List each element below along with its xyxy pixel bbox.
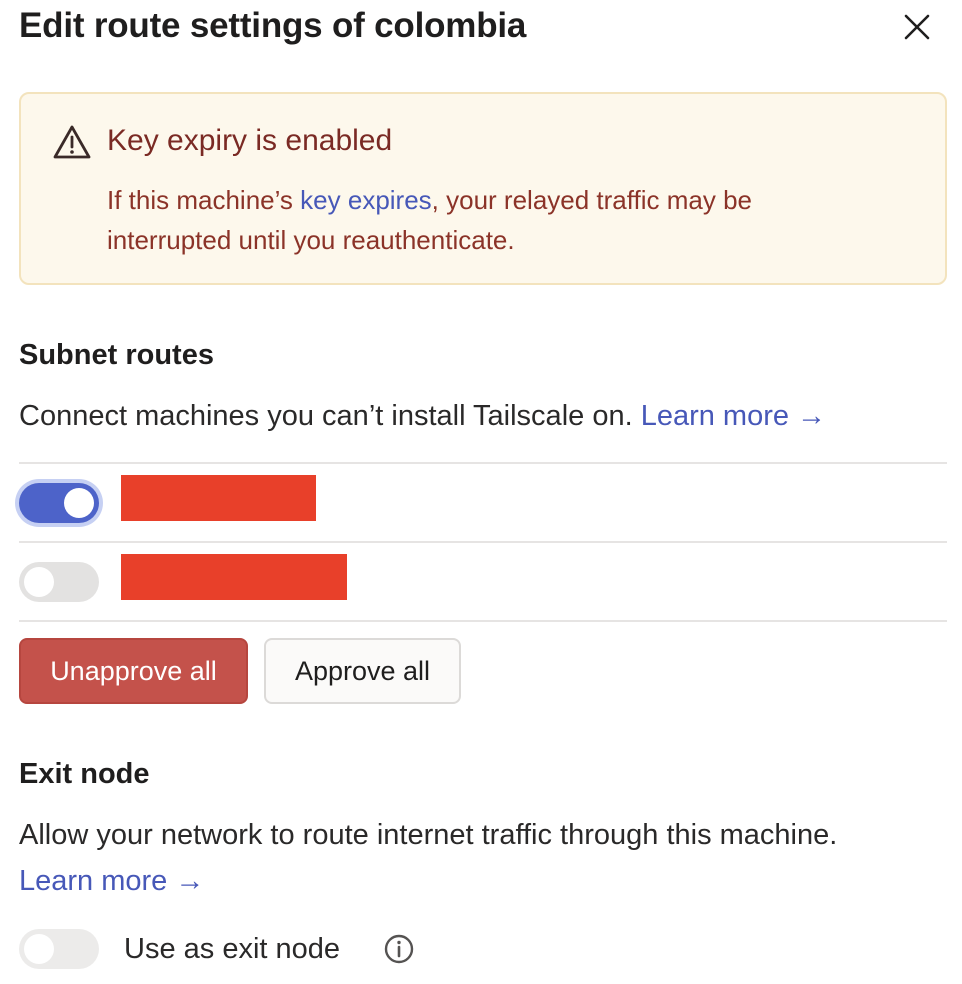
subnet-route-toggle-2[interactable] <box>19 562 99 602</box>
redacted-route-2 <box>121 554 347 600</box>
key-expires-link[interactable]: key expires <box>300 185 432 215</box>
toggle-knob <box>24 934 54 964</box>
warning-icon <box>53 125 91 159</box>
redacted-route-1 <box>121 475 316 521</box>
key-expiry-alert: Key expiry is enabled If this machine’s … <box>19 92 947 285</box>
exit-node-toggle-label: Use as exit node <box>124 933 341 965</box>
alert-body: If this machine’s key expires, your rela… <box>107 180 867 260</box>
unapprove-all-button[interactable]: Unapprove all <box>19 638 248 704</box>
alert-title: Key expiry is enabled <box>107 124 393 157</box>
toggle-knob <box>24 567 54 597</box>
dialog-title: Edit route settings of colombia <box>19 6 527 45</box>
subnet-routes-heading: Subnet routes <box>19 339 214 371</box>
exit-node-description-text: Allow your network to route internet tra… <box>19 819 838 851</box>
close-icon <box>904 14 930 40</box>
subnet-routes-description: Connect machines you can’t install Tails… <box>19 393 826 439</box>
alert-body-text-before: If this machine’s <box>107 185 301 215</box>
divider <box>19 541 947 543</box>
approve-all-button[interactable]: Approve all <box>264 638 461 704</box>
exit-node-description: Allow your network to route internet tra… <box>19 812 879 904</box>
divider <box>19 620 947 622</box>
exit-node-toggle[interactable] <box>19 929 99 969</box>
exit-node-learn-more-link[interactable]: Learn more → <box>19 865 204 897</box>
info-icon[interactable] <box>383 933 415 965</box>
subnet-learn-more-link[interactable]: Learn more → <box>641 400 826 432</box>
divider <box>19 462 947 464</box>
close-button[interactable] <box>898 8 936 46</box>
edit-route-dialog: Edit route settings of colombia Key expi… <box>0 0 962 984</box>
exit-node-heading: Exit node <box>19 758 150 790</box>
subnet-description-text: Connect machines you can’t install Tails… <box>19 400 641 432</box>
subnet-route-toggle-1[interactable] <box>19 483 99 523</box>
toggle-knob <box>64 488 94 518</box>
